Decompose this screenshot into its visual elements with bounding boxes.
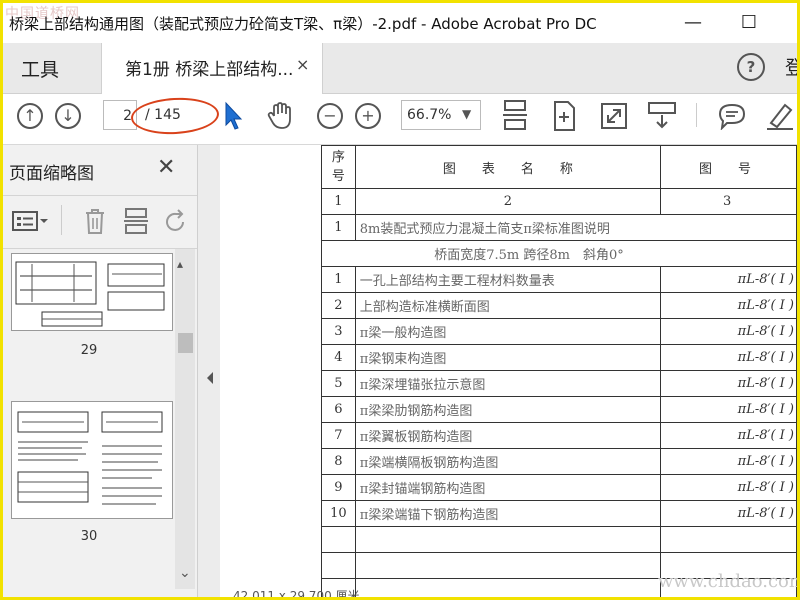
read-mode-icon[interactable] xyxy=(647,101,677,131)
next-page-icon[interactable]: ↓ xyxy=(55,103,81,129)
row-code: πL-8′( Ⅰ ) xyxy=(660,318,797,345)
row-number: 4 xyxy=(321,344,356,371)
row-number: 2 xyxy=(321,292,356,319)
help-icon[interactable]: ? xyxy=(737,53,765,81)
scroll-down-icon[interactable]: ⌄ xyxy=(179,565,191,581)
row-number: 1 xyxy=(321,266,356,293)
header-no: 序 号 xyxy=(321,145,356,189)
trash-icon[interactable] xyxy=(83,207,107,235)
zoom-out-icon[interactable]: − xyxy=(317,103,343,129)
index-cell: 1 xyxy=(321,188,356,215)
chevron-down-icon[interactable]: ▼ xyxy=(462,107,471,121)
table-row: 3 π梁一般构造图 πL-8′( Ⅰ ) xyxy=(321,318,797,345)
row-name: π梁梁端锚下钢筋构造图 xyxy=(354,500,662,527)
section-title: 8m装配式预应力混凝土简支π梁标准图说明 xyxy=(354,214,797,241)
thumbnail-label: 29 xyxy=(80,343,98,358)
row-code: πL-8′( Ⅰ ) xyxy=(660,474,797,501)
table-row: 2 上部构造标准横断面图 πL-8′( Ⅰ ) xyxy=(321,292,797,319)
row-name: 一孔上部结构主要工程材料数量表 xyxy=(354,266,662,293)
row-code: πL-8′( Ⅰ ) xyxy=(660,422,797,449)
row-name: π梁钢束构造图 xyxy=(354,344,662,371)
row-name: π梁梁肋钢筋构造图 xyxy=(354,396,662,423)
toolbar-separator xyxy=(696,103,697,127)
row-code: πL-8′( Ⅰ ) xyxy=(660,344,797,371)
collapse-panel-icon[interactable] xyxy=(205,371,215,385)
row-code: πL-8′( Ⅰ ) xyxy=(660,292,797,319)
window-title: 桥梁上部结构通用图（装配式预应力砼简支T梁、π梁）-2.pdf - Adobe … xyxy=(9,15,597,33)
thumbnail-scrollbar[interactable] xyxy=(175,249,195,589)
row-code: πL-8′( Ⅰ ) xyxy=(660,448,797,475)
row-number: 3 xyxy=(321,318,356,345)
header-code: 图 号 xyxy=(660,145,797,189)
section-no: 1 xyxy=(321,214,356,241)
scroll-up-icon[interactable]: ▴ xyxy=(177,257,183,271)
tab-document-label[interactable]: 第1册 桥梁上部结构... xyxy=(125,55,293,80)
table-row: 9 π梁封锚端钢筋构造图 πL-8′( Ⅰ ) xyxy=(321,474,797,501)
thumbnail-page[interactable] xyxy=(11,253,173,331)
page-size-status: 42.011 x 29.700 厘米 xyxy=(233,589,360,600)
full-screen-icon[interactable] xyxy=(600,102,628,130)
header-name: 图 表 名 称 xyxy=(354,145,662,189)
close-icon[interactable]: ✕ xyxy=(157,155,175,180)
table-row: 10 π梁梁端锚下钢筋构造图 πL-8′( Ⅰ ) xyxy=(321,500,797,527)
table-row: 4 π梁钢束构造图 πL-8′( Ⅰ ) xyxy=(321,344,797,371)
zoom-value: 66.7% xyxy=(407,107,452,123)
scrollbar-thumb[interactable] xyxy=(178,333,193,353)
row-name: π梁一般构造图 xyxy=(354,318,662,345)
panel-title: 页面缩略图 xyxy=(9,164,94,184)
row-number: 9 xyxy=(321,474,356,501)
app-window: 中国道桥网 桥梁上部结构通用图（装配式预应力砼简支T梁、π梁）-2.pdf - … xyxy=(0,0,800,600)
hand-tool-icon[interactable] xyxy=(265,101,295,131)
thumbnail-label: 30 xyxy=(80,529,98,544)
scroll-mode-icon[interactable] xyxy=(501,99,529,133)
drawing-index-table: 序 号 图 表 名 称 图 号 1 2 3 1 8m装配式预应力混凝土简支π梁标… xyxy=(321,145,797,597)
thumbnail-page[interactable] xyxy=(11,401,173,519)
row-name: π梁翼板钢筋构造图 xyxy=(354,422,662,449)
row-name: π梁封锚端钢筋构造图 xyxy=(354,474,662,501)
row-number: 5 xyxy=(321,370,356,397)
select-cursor-icon[interactable] xyxy=(223,101,245,131)
panel-separator xyxy=(61,205,62,235)
row-code: πL-8′( Ⅰ ) xyxy=(660,500,797,527)
watermark-bottom: www.chdao.com xyxy=(658,571,800,592)
table-row: 8 π梁端横隔板钢筋构造图 πL-8′( Ⅰ ) xyxy=(321,448,797,475)
comment-icon[interactable] xyxy=(717,102,747,130)
row-name: 上部构造标准横断面图 xyxy=(354,292,662,319)
table-row: 7 π梁翼板钢筋构造图 πL-8′( Ⅰ ) xyxy=(321,422,797,449)
sub-header: 桥面宽度7.5m 跨径8m 斜角0° xyxy=(321,240,797,267)
zoom-in-icon[interactable]: + xyxy=(355,103,381,129)
fit-page-icon[interactable] xyxy=(550,100,578,132)
insert-page-icon[interactable] xyxy=(123,207,149,235)
prev-page-icon[interactable]: ↑ xyxy=(17,103,43,129)
minimize-button[interactable]: — xyxy=(679,9,707,37)
row-number: 7 xyxy=(321,422,356,449)
row-code: πL-8′( Ⅰ ) xyxy=(660,266,797,293)
row-number: 6 xyxy=(321,396,356,423)
row-name: π梁深埋锚张拉示意图 xyxy=(354,370,662,397)
maximize-button[interactable]: ☐ xyxy=(735,9,763,37)
signin-button[interactable]: 登 xyxy=(785,53,797,80)
highlight-pen-icon[interactable] xyxy=(765,99,795,131)
options-menu-icon[interactable] xyxy=(11,209,49,233)
table-row: 6 π梁梁肋钢筋构造图 πL-8′( Ⅰ ) xyxy=(321,396,797,423)
row-code: πL-8′( Ⅰ ) xyxy=(660,396,797,423)
table-row: 5 π梁深埋锚张拉示意图 πL-8′( Ⅰ ) xyxy=(321,370,797,397)
row-number: 8 xyxy=(321,448,356,475)
index-cell: 3 xyxy=(660,188,797,215)
rotate-icon[interactable] xyxy=(163,209,189,235)
index-cell: 2 xyxy=(354,188,662,215)
table-row: 1 一孔上部结构主要工程材料数量表 πL-8′( Ⅰ ) xyxy=(321,266,797,293)
tab-close-icon[interactable]: × xyxy=(296,55,309,74)
row-code: πL-8′( Ⅰ ) xyxy=(660,370,797,397)
row-number: 10 xyxy=(321,500,356,527)
row-name: π梁端横隔板钢筋构造图 xyxy=(354,448,662,475)
tab-tools[interactable]: 工具 xyxy=(21,55,59,82)
